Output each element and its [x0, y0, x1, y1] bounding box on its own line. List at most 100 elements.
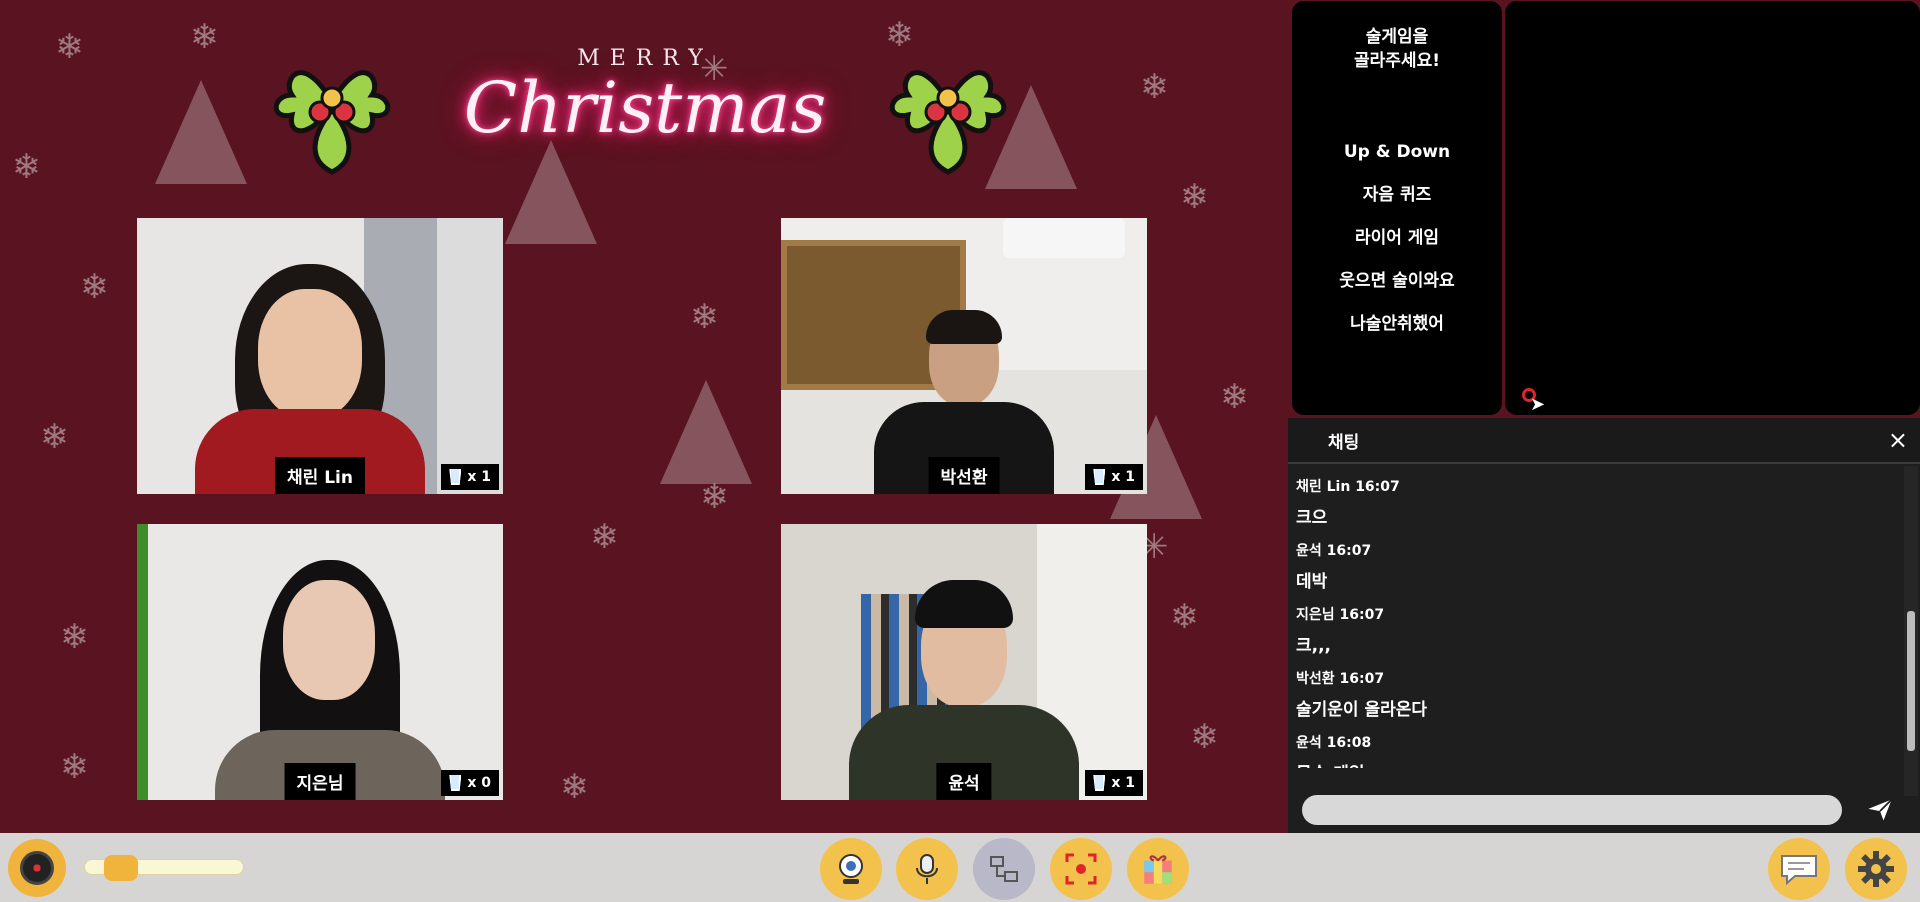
message-text: 데박 — [1296, 572, 1328, 592]
message-text: 무슨 게임 — [1296, 759, 1892, 768]
chat-bubble-icon — [1781, 855, 1817, 886]
game-option-consonant-quiz[interactable]: 자음 퀴즈 — [1292, 174, 1502, 217]
drink-counter: x 1 — [1085, 770, 1143, 796]
chat-scrollbar[interactable] — [1904, 466, 1918, 796]
snowflake-icon: ❄ — [60, 747, 89, 787]
snowflake-icon: ❄ — [1190, 717, 1219, 757]
snowflake-icon: ❄ — [560, 767, 589, 807]
paper-plane-icon — [1868, 798, 1893, 821]
drink-counter: x 1 — [1085, 464, 1143, 490]
message-meta: 채린 Lin 16:07 — [1296, 479, 1400, 495]
chat-header: 채팅 × — [1288, 418, 1920, 464]
glass-icon — [1093, 469, 1106, 485]
volume-slider[interactable] — [84, 855, 244, 881]
message-text: 술기운이 올라온다 — [1296, 700, 1428, 720]
game-option-laugh-drink[interactable]: 웃으면 술이와요 — [1292, 260, 1502, 303]
chat-panel: 채팅 × 채린 Lin 16:07 크으 윤석 16:07 데박 지은님 16:… — [1288, 418, 1920, 833]
scrollbar-thumb[interactable] — [1907, 611, 1915, 751]
game-option-up-down[interactable]: Up & Down — [1292, 131, 1502, 174]
chat-input[interactable] — [1302, 795, 1842, 825]
game-option-not-drunk[interactable]: 나술안취했어 — [1292, 303, 1502, 346]
air-conditioner — [1003, 218, 1125, 258]
participant-name: 박선환 — [928, 457, 1000, 494]
drink-count: x 1 — [1111, 469, 1135, 485]
game-option-liar-game[interactable]: 라이어 게임 — [1292, 217, 1502, 260]
drink-count: x 1 — [467, 469, 491, 485]
webcam-button[interactable] — [820, 838, 882, 900]
mouse-pointer-icon: ➤ — [1530, 394, 1546, 415]
message-meta: 박선환 16:07 — [1296, 671, 1385, 687]
slider-knob[interactable] — [104, 855, 138, 881]
video-tile[interactable]: 윤석 x 1 — [781, 524, 1147, 800]
video-tile[interactable]: 지은님 x 0 — [137, 524, 503, 800]
chat-message: 채린 Lin 16:07 크으 — [1296, 476, 1892, 528]
snowflake-icon: ❄ — [55, 27, 84, 67]
christmas-stage: ❄ ❄ ✳ ❄ ❄ ❄ ❄ ❄ ❄ ❄ ❄ ❄ ❄ ❄ ❄ ❄ ❄ ❄ ✳ ✳ — [0, 0, 1288, 833]
snowflake-icon: ❄ — [1140, 67, 1169, 107]
snowflake-icon: ❄ — [1220, 377, 1249, 417]
chat-message: 윤석 16:08 무슨 게임 — [1296, 732, 1892, 768]
message-text: 크,,, — [1296, 636, 1332, 656]
microphone-button[interactable] — [896, 838, 958, 900]
christmas-text: Christmas — [463, 67, 827, 149]
send-button[interactable] — [1858, 792, 1902, 828]
participant-video — [215, 545, 445, 800]
snowflake-icon: ❄ — [700, 477, 729, 517]
webcam-icon — [839, 854, 863, 884]
gift-box-button[interactable] — [1127, 838, 1189, 900]
prompt-line: 골라주세요! — [1354, 51, 1440, 71]
snowflake-icon: ❄ — [590, 517, 619, 557]
snowflake-icon: ❄ — [12, 147, 41, 187]
face-capture-icon — [1065, 853, 1097, 885]
snowflake-icon: ❄ — [690, 297, 719, 337]
drink-count: x 1 — [1111, 775, 1135, 791]
chat-message: 지은님 16:07 크,,, — [1296, 604, 1892, 656]
close-icon[interactable]: × — [1888, 426, 1908, 454]
gear-icon — [1858, 851, 1894, 887]
microphone-icon — [916, 854, 938, 884]
message-text: 크으 — [1296, 508, 1328, 528]
snowflake-icon: ❄ — [40, 417, 69, 457]
chat-message: 박선환 16:07 술기운이 올라온다 — [1296, 668, 1892, 720]
glass-icon — [1093, 775, 1106, 791]
participant-name: 채린 Lin — [275, 457, 365, 494]
bottom-toolbar — [0, 833, 1920, 902]
snowflake-icon: ❄ — [1170, 597, 1199, 637]
gift-box-icon — [1144, 855, 1172, 884]
chat-toggle-button[interactable] — [1768, 838, 1830, 900]
layout-button[interactable] — [973, 838, 1035, 900]
chat-title: 채팅 — [1328, 432, 1360, 453]
snowflake-icon: ❄ — [1180, 177, 1209, 217]
drink-count: x 0 — [467, 775, 491, 791]
game-screen[interactable] — [1505, 1, 1920, 415]
snowflake-icon: ❄ — [190, 17, 219, 57]
app-window: ❄ ❄ ✳ ❄ ❄ ❄ ❄ ❄ ❄ ❄ ❄ ❄ ❄ ❄ ❄ ❄ ❄ ❄ ✳ ✳ — [0, 0, 1920, 902]
chat-log: 채린 Lin 16:07 크으 윤석 16:07 데박 지은님 16:07 크,… — [1288, 466, 1900, 768]
layout-icon — [990, 856, 1018, 882]
chat-message: 윤석 16:07 데박 — [1296, 540, 1892, 592]
merry-christmas-title: MERRY Christmas — [460, 42, 830, 192]
vinyl-record-icon — [20, 851, 54, 885]
game-menu-prompt: 술게임을 골라주세요! — [1292, 1, 1502, 131]
face-capture-button[interactable] — [1050, 838, 1112, 900]
message-meta: 윤석 16:07 — [1296, 543, 1372, 559]
participant-name: 지은님 — [284, 763, 356, 800]
settings-button[interactable] — [1845, 838, 1907, 900]
video-tile[interactable]: 박선환 x 1 — [781, 218, 1147, 494]
prompt-line: 술게임을 — [1365, 27, 1429, 47]
drink-counter: x 0 — [441, 770, 499, 796]
glass-icon — [449, 775, 462, 791]
tree-icon — [660, 380, 752, 484]
video-tile[interactable]: 채린 Lin x 1 — [137, 218, 503, 494]
drinking-game-menu: 술게임을 골라주세요! Up & Down 자음 퀴즈 라이어 게임 웃으면 술… — [1292, 1, 1502, 415]
snowflake-icon: ❄ — [80, 267, 109, 307]
message-meta: 지은님 16:07 — [1296, 607, 1385, 623]
drink-counter: x 1 — [441, 464, 499, 490]
music-button[interactable] — [8, 839, 66, 897]
message-meta: 윤석 16:08 — [1296, 735, 1372, 751]
participant-name: 윤석 — [936, 763, 992, 800]
holly-icon — [273, 70, 391, 175]
tree-icon — [155, 80, 247, 184]
glass-icon — [449, 469, 462, 485]
snowflake-icon: ❄ — [60, 617, 89, 657]
